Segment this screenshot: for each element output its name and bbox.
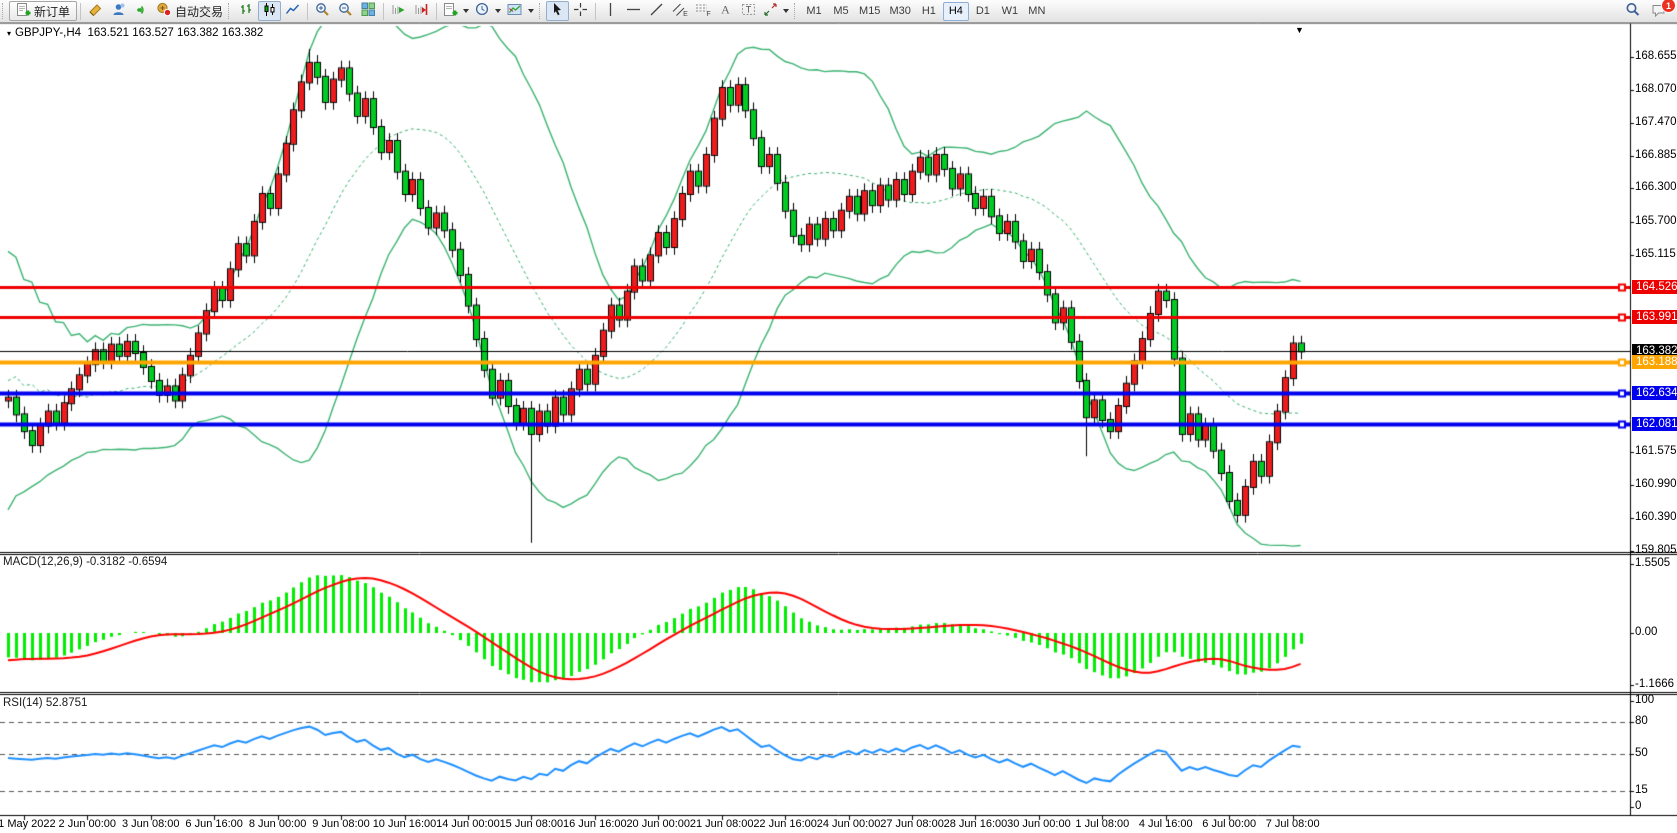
notification-badge[interactable]: 1	[1661, 0, 1676, 13]
svg-text:T: T	[746, 5, 752, 15]
timeframe-button-m15[interactable]: M15	[855, 2, 884, 21]
zoom-in-button[interactable]	[311, 1, 334, 21]
template-icon	[507, 2, 523, 20]
chart-shift-icon	[414, 2, 429, 20]
autotrading-button[interactable]: 自动交易	[153, 1, 226, 21]
community-button[interactable]	[107, 1, 130, 21]
caret-down-icon	[783, 9, 789, 13]
search-icon	[1625, 2, 1641, 21]
autotrading-label: 自动交易	[175, 3, 223, 20]
timeframe-button-d1[interactable]: D1	[970, 2, 996, 21]
signals-button[interactable]	[130, 1, 153, 21]
zoom-out-button[interactable]	[334, 1, 357, 21]
horizontal-line-icon	[626, 2, 641, 20]
timeframe-button-m1[interactable]: M1	[801, 2, 827, 21]
bar-chart-button[interactable]	[235, 1, 258, 21]
arrows-dropdown[interactable]	[760, 1, 792, 21]
clock-icon	[475, 2, 490, 20]
bar-chart-icon	[239, 2, 254, 20]
auto-scroll-icon	[391, 2, 406, 20]
new-chart-dropdown[interactable]	[440, 1, 472, 21]
trendline-icon	[649, 2, 664, 20]
new-order-button[interactable]: 新订单	[9, 1, 77, 21]
line-chart-icon	[285, 2, 300, 20]
timeframe-button-m30[interactable]: M30	[885, 2, 914, 21]
toolbar-grip	[228, 3, 232, 19]
separator	[383, 3, 384, 20]
autotrading-icon	[156, 2, 172, 20]
candlestick-button[interactable]	[258, 1, 281, 21]
svg-text:E: E	[683, 11, 688, 17]
toolbar-grip	[2, 3, 6, 19]
vertical-line-icon	[603, 2, 618, 20]
separator	[307, 3, 308, 20]
toolbar: 新订单 自动交易	[0, 0, 1677, 23]
candlestick-icon	[262, 2, 277, 20]
caret-down-icon	[528, 9, 534, 13]
zoom-in-icon	[315, 2, 330, 20]
signal-icon	[134, 2, 149, 20]
fibonacci-icon: F	[695, 2, 711, 20]
template-dropdown[interactable]	[504, 1, 537, 21]
text-label-icon: T	[741, 2, 756, 20]
tile-windows-icon	[361, 2, 376, 20]
toolbar-right: 1	[1621, 1, 1671, 21]
notifications-button[interactable]: 1	[1648, 1, 1671, 21]
tile-windows-button[interactable]	[357, 1, 380, 21]
timeframe-button-mn[interactable]: MN	[1024, 2, 1050, 21]
text-icon: A	[718, 2, 733, 20]
new-order-icon	[16, 2, 31, 20]
arrows-icon	[763, 2, 778, 20]
new-order-label: 新订单	[34, 3, 70, 20]
chart-shift-button[interactable]	[410, 1, 433, 21]
horizontal-line-button[interactable]	[622, 1, 645, 21]
person-icon	[111, 2, 126, 20]
styler-button[interactable]	[84, 1, 107, 21]
timeframe-group: M1M5M15M30H1H4D1W1MN	[801, 2, 1050, 21]
svg-text:F: F	[706, 11, 710, 17]
caret-down-icon	[463, 9, 469, 13]
separator	[80, 3, 81, 20]
new-chart-icon	[443, 2, 458, 20]
toolbar-grip	[539, 3, 543, 19]
text-label-button[interactable]: T	[737, 1, 760, 21]
timeframe-button-h4[interactable]: H4	[943, 2, 969, 21]
chart-canvas[interactable]	[0, 0, 1677, 833]
toolbar-grip	[794, 3, 798, 19]
timeframe-button-w1[interactable]: W1	[997, 2, 1023, 21]
line-chart-button[interactable]	[281, 1, 304, 21]
zoom-out-icon	[338, 2, 353, 20]
caret-down-icon	[495, 9, 501, 13]
vertical-line-button[interactable]	[599, 1, 622, 21]
cursor-icon	[550, 2, 565, 20]
separator	[595, 3, 596, 20]
crosshair-icon	[573, 2, 588, 20]
search-button[interactable]	[1621, 1, 1644, 21]
period-dropdown[interactable]	[472, 1, 504, 21]
mt4-terminal: 新订单 自动交易	[0, 0, 1677, 833]
fibonacci-button[interactable]: F	[691, 1, 714, 21]
text-button[interactable]: A	[714, 1, 737, 21]
equidistant-channel-button[interactable]: E	[668, 1, 691, 21]
auto-scroll-button[interactable]	[387, 1, 410, 21]
cursor-button[interactable]	[546, 1, 569, 21]
trendline-button[interactable]	[645, 1, 668, 21]
brush-icon	[88, 2, 103, 20]
channel-icon: E	[672, 2, 688, 20]
timeframe-button-h1[interactable]: H1	[916, 2, 942, 21]
timeframe-button-m5[interactable]: M5	[828, 2, 854, 21]
crosshair-button[interactable]	[569, 1, 592, 21]
separator	[436, 3, 437, 20]
svg-text:A: A	[721, 3, 730, 17]
